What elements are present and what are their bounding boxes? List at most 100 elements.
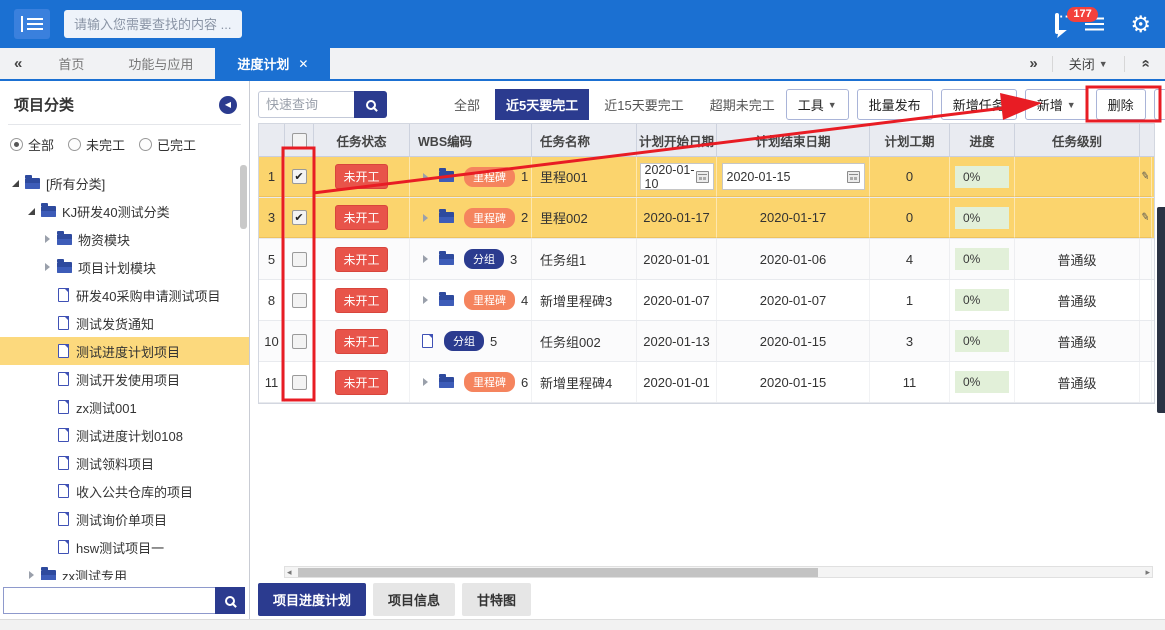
button-label: 工具 (798, 95, 824, 114)
scrollbar-thumb[interactable] (298, 568, 818, 577)
side-drawer-handle[interactable] (1157, 207, 1165, 413)
select-all-checkbox[interactable] (292, 133, 307, 148)
scroll-right-icon[interactable]: ▸ (1143, 567, 1152, 578)
row-checkbox[interactable] (292, 334, 307, 349)
footer-strip (0, 619, 1165, 630)
radio-全部[interactable]: 全部 (10, 135, 54, 154)
table-toolbar: 全部近5天要完工近15天要完工超期未完工 工具▼ 批量发布新增任务新增▼ 删除 批量保… (250, 81, 1165, 119)
tree-item-测试询价单项目[interactable]: 测试询价单项目 (0, 505, 249, 533)
caret-collapsed-icon (45, 235, 50, 243)
tree-item-hsw测试项目一[interactable]: hsw测试项目一 (0, 533, 249, 561)
tree-search-input[interactable] (3, 587, 215, 614)
row-checkbox[interactable] (292, 252, 307, 267)
edit-flag-cell: ✎ (1140, 198, 1152, 238)
global-search-input[interactable] (64, 10, 242, 38)
task-level-cell (1015, 157, 1140, 197)
end-date-input[interactable]: 2020-01-15 (722, 163, 865, 190)
tabs-scroll-right-icon[interactable]: » (1015, 55, 1051, 72)
button-删除[interactable]: 删除 (1096, 89, 1146, 120)
quick-search-button[interactable] (354, 91, 387, 118)
tree-item-[所有分类][interactable]: [所有分类] (0, 169, 249, 197)
quick-search-input[interactable] (258, 91, 354, 118)
tree-item-测试进度计划0108[interactable]: 测试进度计划0108 (0, 421, 249, 449)
calendar-icon[interactable] (847, 171, 860, 183)
scroll-left-icon[interactable]: ◂ (285, 567, 294, 578)
tree-search-button[interactable] (215, 587, 245, 614)
gear-icon[interactable]: ⚙ (1130, 13, 1151, 36)
filter-全部[interactable]: 全部 (443, 89, 491, 120)
tabs-scroll-left-icon[interactable]: « (0, 48, 36, 79)
tree-item-测试进度计划项目[interactable]: 测试进度计划项目 (0, 337, 249, 365)
filter-超期未完工[interactable]: 超期未完工 (699, 89, 786, 120)
sidebar-collapse-button[interactable]: ◀ (219, 96, 237, 114)
bottom-tab-甘特图[interactable]: 甘特图 (462, 583, 531, 616)
tree-item-zx测试001[interactable]: zx测试001 (0, 393, 249, 421)
row-checkbox[interactable] (292, 169, 307, 184)
folder-icon (41, 206, 56, 217)
tree-item-KJ研发40测试分类[interactable]: KJ研发40测试分类 (0, 197, 249, 225)
tree-caret-icon[interactable] (24, 208, 38, 215)
expand-caret-icon[interactable] (418, 378, 432, 386)
tree-item-zx测试专用[interactable]: zx测试专用 (0, 561, 249, 580)
radio-未完工[interactable]: 未完工 (68, 135, 125, 154)
expand-caret-icon[interactable] (418, 296, 432, 304)
tab-首页[interactable]: 首页 (36, 48, 106, 79)
radio-已完工[interactable]: 已完工 (139, 135, 196, 154)
horizontal-scrollbar[interactable]: ◂ ▸ (284, 566, 1153, 578)
end-date-cell: 2020-01-15 (717, 157, 870, 197)
tree-item-收入公共仓库的项目[interactable]: 收入公共仓库的项目 (0, 477, 249, 505)
filter-近15天要完工[interactable]: 近15天要完工 (593, 89, 694, 120)
tree-caret-icon[interactable] (40, 235, 54, 243)
button-label: 删除 (1108, 95, 1134, 114)
tree-caret-icon[interactable] (24, 571, 38, 579)
file-icon (58, 288, 69, 302)
table-row: 11未开工里程碑6新增里程碑42020-01-012020-01-15110%普… (259, 362, 1154, 403)
task-name-cell: 任务组002 (532, 321, 637, 361)
close-icon[interactable]: ✕ (298, 57, 308, 71)
button-批量发布[interactable]: 批量发布 (857, 89, 933, 120)
tree-item-物资模块[interactable]: 物资模块 (0, 225, 249, 253)
file-icon (58, 428, 69, 442)
edit-flag-cell (1140, 321, 1152, 361)
button-工具[interactable]: 工具▼ (786, 89, 849, 120)
tree-caret-icon[interactable] (40, 263, 54, 271)
calendar-icon[interactable] (696, 171, 709, 183)
expand-caret-icon[interactable] (418, 173, 432, 181)
column-header-WBS编码: WBS编码 (410, 124, 532, 156)
tree-caret-icon[interactable] (8, 180, 22, 187)
row-checkbox[interactable] (292, 375, 307, 390)
tree-scrollbar-thumb[interactable] (240, 165, 247, 229)
tree-item-测试开发使用项目[interactable]: 测试开发使用项目 (0, 365, 249, 393)
tree-item-项目计划模块[interactable]: 项目计划模块 (0, 253, 249, 281)
tab-进度计划[interactable]: 进度计划✕ (215, 48, 330, 79)
row-checkbox[interactable] (292, 293, 307, 308)
collapse-panel-button[interactable]: » (1125, 55, 1165, 72)
tree-item-测试领料项目[interactable]: 测试领料项目 (0, 449, 249, 477)
tree-item-研发40采购申请测试项目[interactable]: 研发40采购申请测试项目 (0, 281, 249, 309)
expand-caret-icon[interactable] (418, 214, 432, 222)
sidebar-toggle-button[interactable] (14, 9, 50, 39)
button-批量保存[interactable]: 批量保存 (1154, 89, 1165, 120)
column-header-任务状态: 任务状态 (314, 124, 410, 156)
button-新增任务[interactable]: 新增任务 (941, 89, 1017, 120)
row-checkbox[interactable] (292, 210, 307, 225)
wbs-cell: 里程碑2 (410, 198, 532, 238)
progress-cell: 0% (950, 198, 1015, 238)
close-tabs-dropdown[interactable]: 关闭 ▼ (1053, 54, 1124, 73)
apps-menu-icon[interactable] (1085, 23, 1104, 26)
bottom-tab-项目信息[interactable]: 项目信息 (373, 583, 455, 616)
bottom-view-tabs: 项目进度计划项目信息甘特图 (258, 583, 531, 616)
tree-item-label: 测试进度计划项目 (76, 342, 180, 361)
expand-caret-icon[interactable] (418, 255, 432, 263)
bottom-tab-项目进度计划[interactable]: 项目进度计划 (258, 583, 366, 616)
tree-item-label: 测试询价单项目 (76, 510, 167, 529)
sidebar-project-categories: 项目分类 ◀ 全部未完工已完工 [所有分类]KJ研发40测试分类物资模块项目计划… (0, 81, 250, 630)
filter-近5天要完工[interactable]: 近5天要完工 (495, 89, 589, 120)
status-badge: 未开工 (335, 247, 387, 272)
messages-button[interactable]: 177 (1055, 15, 1059, 33)
tab-功能与应用[interactable]: 功能与应用 (106, 48, 215, 79)
start-date-input[interactable]: 2020-01-10 (640, 163, 714, 190)
button-新增[interactable]: 新增▼ (1025, 89, 1088, 120)
date-value: 2020-01-10 (645, 163, 696, 191)
tree-item-测试发货通知[interactable]: 测试发货通知 (0, 309, 249, 337)
